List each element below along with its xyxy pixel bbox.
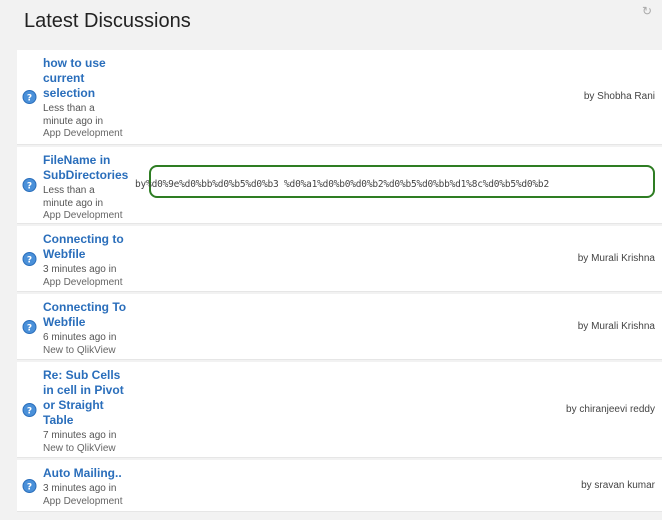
discussion-title[interactable]: FileName in SubDirectories: [43, 153, 143, 183]
author-link[interactable]: Murali Krishna: [591, 253, 655, 264]
timestamp: 3 minutes ago: [43, 483, 106, 494]
timestamp: minute ago: [43, 197, 93, 209]
discussion-title[interactable]: Connecting to Webfile: [43, 232, 143, 262]
timestamp: minute ago: [43, 115, 93, 127]
refresh-icon[interactable]: ↻: [640, 4, 654, 18]
question-bubble-icon: ?: [22, 402, 37, 417]
list-item: ? Auto Mailing.. 3 minutes ago in App De…: [17, 460, 662, 512]
question-bubble-icon: ?: [22, 478, 37, 493]
author-line: by Shobha Rani: [583, 91, 655, 102]
list-item: ? Connecting To Webfile 6 minutes ago in…: [17, 294, 662, 360]
timestamp: 6 minutes ago: [43, 332, 106, 343]
discussion-list: ? how to use current selection Less than…: [17, 50, 662, 514]
list-item: ? Connecting to Webfile 3 minutes ago in…: [17, 226, 662, 292]
author-line: by chiranjeevi reddy: [566, 403, 655, 415]
discussion-title[interactable]: Auto Mailing..: [43, 466, 143, 481]
author-link[interactable]: Murali Krishna: [591, 321, 655, 332]
author-link[interactable]: chiranjeevi reddy: [579, 404, 655, 415]
timestamp: 7 minutes ago: [43, 430, 106, 441]
svg-text:?: ?: [27, 182, 32, 192]
widget-title: Latest Discussions: [24, 10, 191, 32]
place-link[interactable]: App Development: [43, 277, 143, 290]
place-link[interactable]: App Development: [43, 210, 143, 223]
author-line: by Murali Krishna: [577, 320, 655, 332]
svg-text:?: ?: [27, 323, 32, 333]
question-bubble-icon: ?: [22, 251, 37, 266]
author-link[interactable]: Shobha Rani: [597, 91, 655, 102]
place-link[interactable]: New to QlikView: [43, 443, 143, 456]
author-link[interactable]: %d0%9e%d0%bb%d0%b5%d0%b3 %d0%a1%d0%b0%d0…: [146, 179, 549, 190]
place-link[interactable]: App Development: [43, 496, 143, 509]
list-item: ? FileName in SubDirectories Less than a…: [17, 147, 662, 224]
question-bubble-icon: ?: [22, 178, 37, 192]
svg-text:?: ?: [27, 255, 32, 265]
discussion-title[interactable]: Connecting To Webfile: [43, 300, 143, 330]
list-item: ? Re: Sub Cells in cell in Pivot or Stra…: [17, 362, 662, 458]
svg-text:?: ?: [27, 406, 32, 416]
question-bubble-icon: ?: [22, 90, 37, 104]
author-line: by%d0%9e%d0%bb%d0%b5%d0%b3 %d0%a1%d0%b0%…: [135, 179, 549, 190]
list-item: ? how to use current selection Less than…: [17, 50, 662, 145]
place-link[interactable]: New to QlikView: [43, 345, 143, 358]
author-line: by Murali Krishna: [577, 252, 655, 264]
author-link[interactable]: sravan kumar: [594, 480, 655, 491]
svg-text:?: ?: [27, 482, 32, 492]
place-link[interactable]: App Development: [43, 128, 143, 141]
question-bubble-icon: ?: [22, 319, 37, 334]
timestamp: Less than a: [43, 103, 95, 114]
author-line: by sravan kumar: [581, 479, 655, 491]
svg-text:?: ?: [27, 94, 32, 104]
timestamp: 3 minutes ago: [43, 264, 106, 275]
discussion-title[interactable]: Re: Sub Cells in cell in Pivot or Straig…: [43, 368, 143, 428]
timestamp: Less than a: [43, 185, 95, 196]
discussion-title[interactable]: how to use current selection: [43, 56, 143, 101]
